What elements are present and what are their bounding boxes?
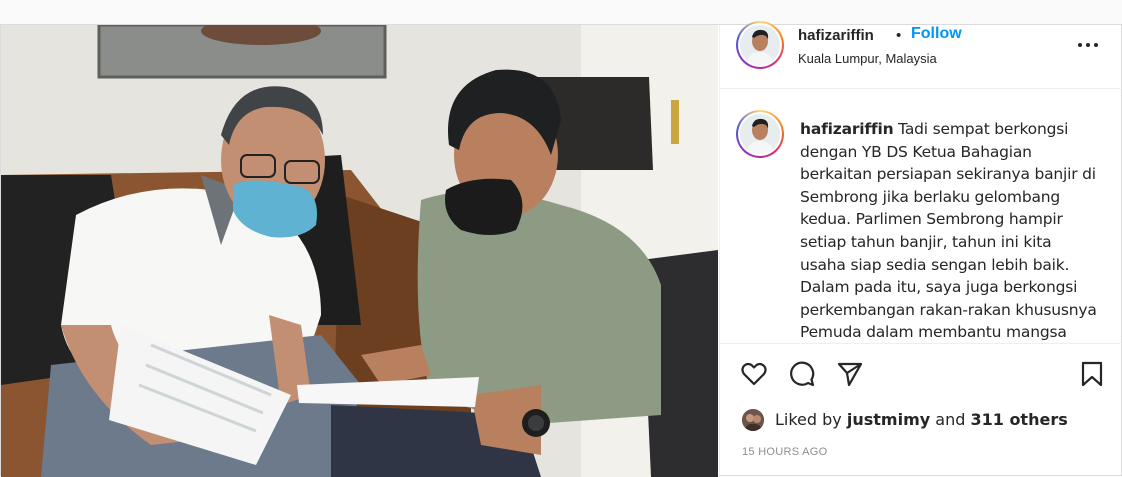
caption-avatar-image (740, 114, 780, 154)
post-timestamp[interactable]: 15 HOURS AGO (742, 446, 828, 458)
caption-body: Tadi sempat berkongsi dengan YB DS Ketua… (800, 120, 1097, 342)
page-background: hafizariffin • Follow Kuala Lumpur, Mala… (0, 0, 1122, 477)
liker-avatar[interactable] (742, 409, 764, 431)
bookmark-icon[interactable] (1078, 360, 1106, 388)
caption-avatar[interactable] (736, 110, 784, 158)
post-photo[interactable] (1, 25, 718, 477)
paper-plane-icon[interactable] (836, 360, 864, 388)
caption-area: hafizariffin Tadi sempat berkongsi denga… (720, 90, 1122, 342)
action-bar (720, 343, 1122, 401)
post-location[interactable]: Kuala Lumpur, Malaysia (798, 51, 937, 66)
likes-text: Liked by justmimy and 311 others (775, 410, 1068, 429)
post-side-panel: hafizariffin • Follow Kuala Lumpur, Mala… (719, 21, 1122, 477)
author-username[interactable]: hafizariffin (798, 27, 874, 44)
likes-others-link[interactable]: 311 others (970, 410, 1067, 429)
likes-and: and (935, 410, 966, 429)
liker-username[interactable]: justmimy (847, 410, 930, 429)
author-avatar-image (740, 25, 780, 65)
author-avatar[interactable] (736, 21, 784, 69)
likes-prefix: Liked by (775, 410, 842, 429)
heart-icon[interactable] (740, 360, 768, 388)
post-photo-illustration (1, 25, 718, 477)
post-card: hafizariffin • Follow Kuala Lumpur, Mala… (0, 21, 1122, 477)
follow-button[interactable]: Follow (911, 25, 962, 43)
caption-username[interactable]: hafizariffin (800, 120, 894, 138)
comment-icon[interactable] (788, 360, 816, 388)
more-options-icon[interactable] (1076, 37, 1100, 47)
caption-text: hafizariffin Tadi sempat berkongsi denga… (800, 118, 1100, 342)
separator-dot: • (896, 27, 902, 44)
post-header: hafizariffin • Follow Kuala Lumpur, Mala… (720, 21, 1122, 89)
